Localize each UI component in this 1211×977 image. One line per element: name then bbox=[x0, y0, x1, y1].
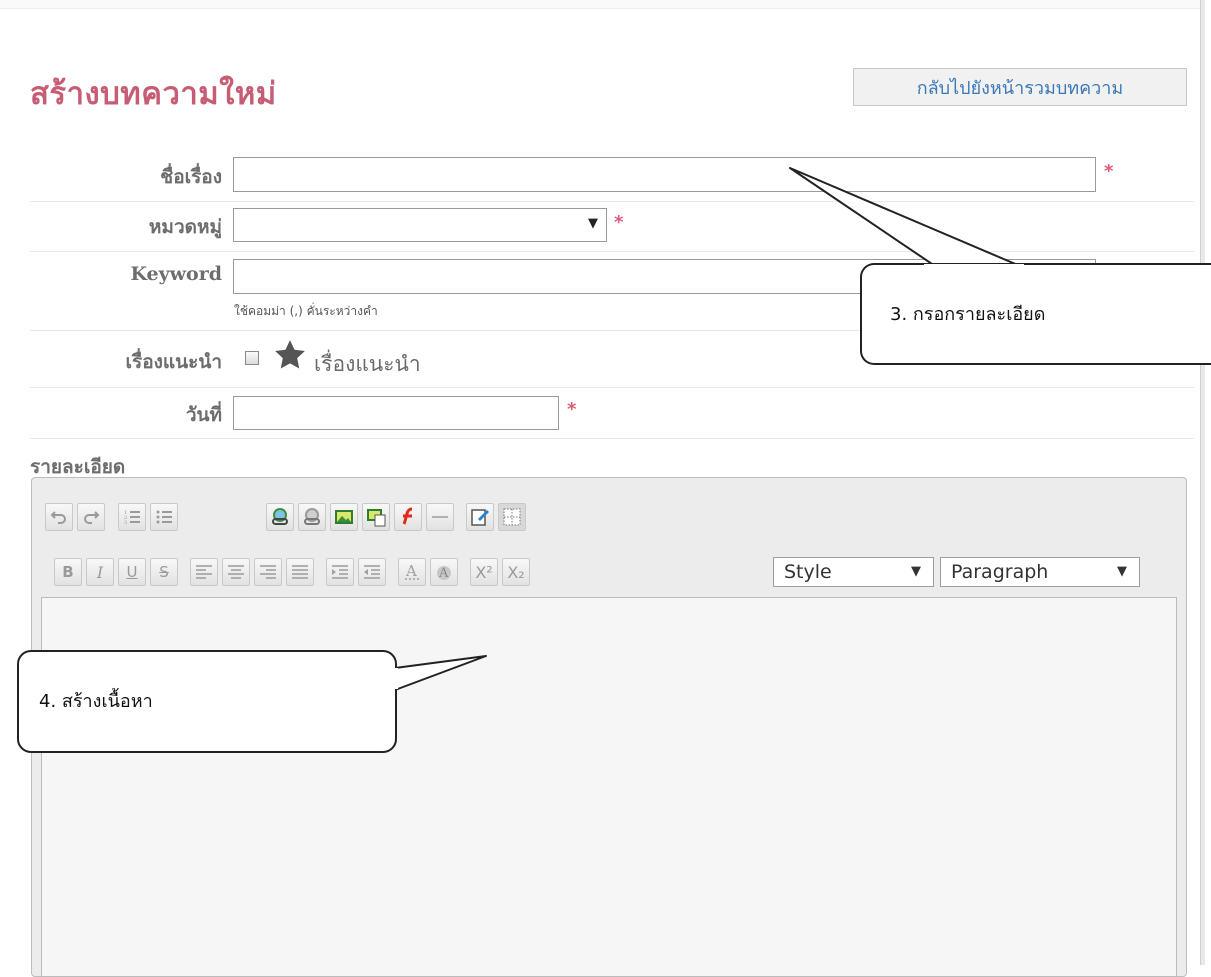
chevron-down-icon: ▼ bbox=[1117, 564, 1127, 579]
star-icon bbox=[275, 340, 305, 369]
callout-step3: 3. กรอกรายละเอียด bbox=[860, 263, 1211, 365]
indent-icon[interactable] bbox=[326, 558, 354, 586]
svg-text:A: A bbox=[405, 562, 417, 580]
title-label: ชื่อเรื่อง bbox=[160, 166, 222, 188]
insert-link-icon[interactable] bbox=[266, 503, 294, 531]
italic-button[interactable]: I bbox=[86, 558, 114, 586]
title-input[interactable] bbox=[233, 157, 1096, 192]
format-select-value: Paragraph bbox=[951, 561, 1049, 583]
callout-joint bbox=[924, 264, 1024, 267]
window-right-border bbox=[1200, 0, 1205, 965]
format-select[interactable]: Paragraph ▼ bbox=[940, 557, 1140, 587]
featured-checkbox-label: เรื่องแนะนำ bbox=[314, 352, 421, 376]
category-select[interactable]: ▼ bbox=[233, 208, 607, 242]
align-left-icon[interactable] bbox=[190, 558, 218, 586]
keyword-label: Keyword bbox=[130, 263, 222, 285]
chevron-down-icon: ▼ bbox=[588, 216, 598, 231]
chevron-down-icon: ▼ bbox=[911, 564, 921, 579]
horizontal-rule-icon[interactable] bbox=[426, 503, 454, 531]
unordered-list-icon[interactable] bbox=[150, 503, 178, 531]
align-center-icon[interactable] bbox=[222, 558, 250, 586]
outdent-icon[interactable] bbox=[358, 558, 386, 586]
callout-step4-text: 4. สร้างเนื้อหา bbox=[39, 691, 153, 712]
date-required-mark: * bbox=[567, 399, 577, 420]
window-top-border bbox=[0, 0, 1201, 9]
callout-joint bbox=[394, 668, 398, 689]
category-label: หมวดหมู่ bbox=[148, 216, 222, 238]
title-required-mark: * bbox=[1104, 161, 1114, 182]
row-divider bbox=[30, 438, 1194, 439]
keyword-hint: ใช้คอมม่า (,) คั่นระหว่างคำ bbox=[234, 304, 378, 318]
align-justify-icon[interactable] bbox=[286, 558, 314, 586]
date-input[interactable] bbox=[233, 396, 559, 430]
callout-step3-text: 3. กรอกรายละเอียด bbox=[890, 304, 1046, 325]
back-to-articles-button[interactable]: กลับไปยังหน้ารวมบทความ bbox=[853, 68, 1187, 106]
undo-icon[interactable] bbox=[45, 503, 73, 531]
background-color-icon[interactable]: A bbox=[430, 558, 458, 586]
style-select[interactable]: Style ▼ bbox=[773, 557, 934, 587]
redo-icon[interactable] bbox=[77, 503, 105, 531]
unlink-icon[interactable] bbox=[298, 503, 326, 531]
superscript-button[interactable]: X² bbox=[470, 558, 498, 586]
table-icon[interactable] bbox=[498, 503, 526, 531]
insert-image-icon[interactable] bbox=[330, 503, 358, 531]
style-select-value: Style bbox=[784, 561, 832, 583]
row-divider bbox=[30, 251, 1194, 252]
date-label: วันที่ bbox=[185, 404, 222, 426]
category-required-mark: * bbox=[614, 212, 624, 233]
text-color-icon[interactable]: A bbox=[398, 558, 426, 586]
svg-text:3: 3 bbox=[124, 520, 127, 526]
flash-icon[interactable] bbox=[394, 503, 422, 531]
row-divider bbox=[30, 201, 1194, 202]
page-title: สร้างบทความใหม่ bbox=[30, 76, 277, 112]
svg-text:A: A bbox=[438, 566, 449, 581]
strikethrough-button[interactable]: S bbox=[150, 558, 178, 586]
callout-step4: 4. สร้างเนื้อหา bbox=[17, 650, 397, 753]
subscript-button[interactable]: X₂ bbox=[502, 558, 530, 586]
ordered-list-icon[interactable]: 123 bbox=[118, 503, 146, 531]
featured-checkbox[interactable] bbox=[245, 351, 259, 365]
featured-label: เรื่องแนะนำ bbox=[125, 351, 222, 373]
underline-button[interactable]: U bbox=[118, 558, 146, 586]
edit-source-icon[interactable] bbox=[466, 503, 494, 531]
image-manager-icon[interactable] bbox=[362, 503, 390, 531]
row-divider bbox=[30, 387, 1194, 388]
align-right-icon[interactable] bbox=[254, 558, 282, 586]
bold-button[interactable]: B bbox=[54, 558, 82, 586]
